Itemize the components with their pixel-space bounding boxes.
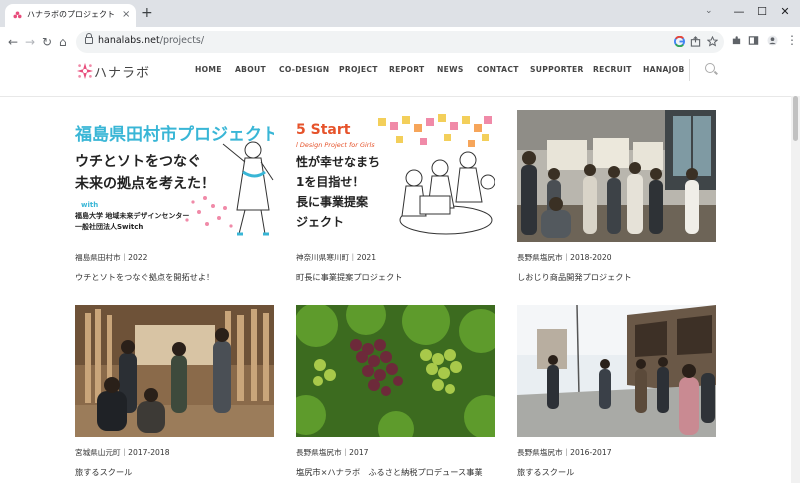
tab-search-icon[interactable]: ⌄ [705,6,713,16]
address-bar[interactable]: hanalabs.net/projects/ [76,31,724,53]
project-meta: 福島県田村市｜2022 [75,253,148,262]
nav-project[interactable]: PROJECT [339,65,378,74]
nav-report[interactable]: REPORT [389,65,425,74]
project-meta: 宮城県山元町｜2017-2018 [75,448,170,457]
site-header: ハナラボ HOME ABOUT CO-DESIGN PROJECT REPORT… [0,58,800,97]
share-icon[interactable] [690,36,701,47]
project-meta: 長野県塩尻市｜2017 [296,448,369,457]
nav-about[interactable]: ABOUT [235,65,266,74]
project-thumbnail-grapes[interactable] [296,305,495,437]
new-tab-button[interactable]: + [141,5,153,21]
project-thumbnail-shiojiri-products[interactable] [517,110,716,242]
window-close-button[interactable]: ✕ [775,4,795,20]
nav-co-design[interactable]: CO-DESIGN [279,65,329,74]
project-thumbnail-yamamoto[interactable] [75,305,274,437]
nav-recruit[interactable]: RECRUIT [593,65,632,74]
thumb-sub: l Design Project for Girls [296,141,375,149]
nav-hanajob[interactable]: HANAJOB [643,65,685,74]
thumb-with: with [81,201,98,209]
window-minimize-button[interactable]: — [729,4,749,20]
bookmark-star-icon[interactable] [707,36,718,47]
nav-contact[interactable]: CONTACT [477,65,519,74]
profile-avatar-icon[interactable] [767,35,778,46]
forward-icon[interactable]: → [25,34,35,50]
thumb-line3: 長に事業提案 [296,194,369,209]
project-title[interactable]: 旅するスクール [517,466,574,478]
tab-title: ハナラボのプロジェクト | NPO法人ハナ [27,10,117,19]
thumb-line1: ウチとソトをつなぐ [75,154,201,170]
project-title[interactable]: 塩尻市×ハナラボ ふるさと納税プロデュース事業 [296,466,483,478]
window-maximize-button[interactable]: ☐ [752,4,772,20]
browser-toolbar: ← → ↻ ⌂ hanalabs.net/projects/ ⋮ [0,27,800,59]
project-thumbnail-samukawa[interactable]: 5 Start l Design Project for Girls 性が幸せな… [296,110,495,242]
browser-tab-active[interactable]: ハナラボのプロジェクト | NPO法人ハナ × [5,4,136,27]
project-title[interactable]: 旅するスクール [75,466,132,478]
project-thumbnail-tamura[interactable]: 福島県田村市プロジェクト ウチとソトをつなぐ 未来の拠点を考えた！ with 福… [75,110,274,242]
thumb-org2: 一般社団法人Switch [75,222,143,231]
thumb-line1: 性が幸せなまち [296,154,380,169]
back-icon[interactable]: ← [8,34,18,50]
thumb-start: 5 Start [296,122,351,138]
thumb-org1: 福島大学 地域未来デザインセンター [75,211,189,220]
lock-icon[interactable] [85,33,93,44]
project-title[interactable]: 町長に事業提案プロジェクト [296,271,402,283]
extensions-icon[interactable] [731,35,742,46]
hanalabo-logo-icon[interactable] [76,62,94,80]
thumb-line2: 1を目指せ！ [296,174,364,189]
url-text[interactable]: hanalabs.net/projects/ [98,35,204,46]
page-scrollbar[interactable] [791,96,800,483]
menu-divider [689,59,690,81]
site-logo-text[interactable]: ハナラボ [94,62,150,81]
tab-close-icon[interactable]: × [122,8,130,22]
thumb-line4: ジェクト [296,215,344,229]
thumb-headline: 福島県田村市プロジェクト [75,124,274,145]
nav-news[interactable]: NEWS [437,65,464,74]
thumb-line2: 未来の拠点を考えた！ [75,175,215,192]
project-title[interactable]: ウチとソトをつなぐ拠点を開拓せよ！ [75,271,214,283]
browser-tab-strip: ハナラボのプロジェクト | NPO法人ハナ × + ⌄ — ☐ ✕ [0,0,800,27]
nav-home[interactable]: HOME [195,65,222,74]
side-panel-icon[interactable] [748,35,759,46]
project-title[interactable]: しおじり商品開発プロジェクト [517,271,632,283]
project-meta: 長野県塩尻市｜2018-2020 [517,253,612,262]
reload-icon[interactable]: ↻ [42,34,52,50]
search-icon[interactable] [705,63,715,73]
page-scrollbar-thumb[interactable] [793,96,798,141]
home-icon[interactable]: ⌂ [59,34,67,50]
nav-supporter[interactable]: SUPPORTER [530,65,584,74]
google-icon[interactable] [674,36,685,47]
site-favicon-icon [13,11,22,19]
project-meta: 長野県塩尻市｜2016-2017 [517,448,612,457]
project-thumbnail-street[interactable] [517,305,716,437]
browser-menu-icon[interactable]: ⋮ [786,33,798,47]
project-meta: 神奈川県寒川町｜2021 [296,253,377,262]
